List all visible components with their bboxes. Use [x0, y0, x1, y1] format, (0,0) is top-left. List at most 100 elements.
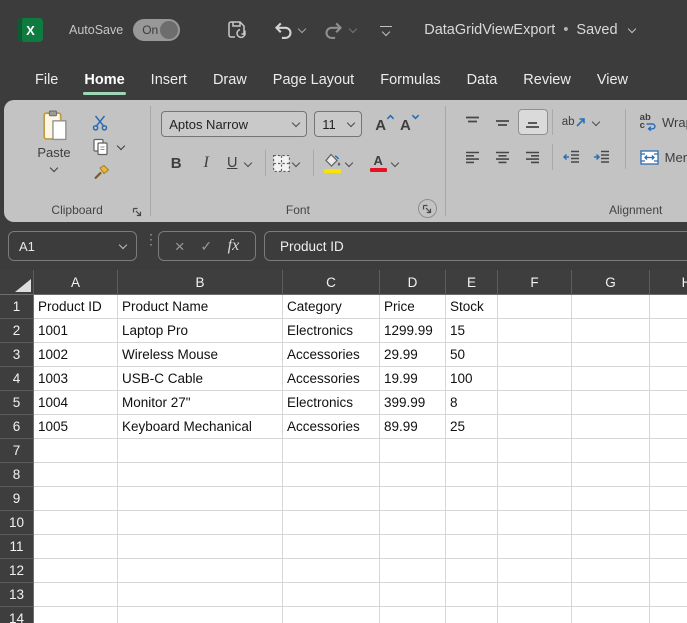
cell-E11[interactable] [446, 535, 498, 559]
cell-C5[interactable]: Electronics [283, 391, 380, 415]
font-color-dropdown-chevron-icon[interactable] [391, 159, 399, 167]
row-header-13[interactable]: 13 [0, 583, 34, 607]
cell-E4[interactable]: 100 [446, 367, 498, 391]
row-header-11[interactable]: 11 [0, 535, 34, 559]
insert-function-icon[interactable]: fx [228, 237, 240, 255]
column-header-F[interactable]: F [498, 270, 572, 295]
cell-F4[interactable] [498, 367, 572, 391]
cell-G7[interactable] [572, 439, 650, 463]
cell-D6[interactable]: 89.99 [380, 415, 446, 439]
cell-G2[interactable] [572, 319, 650, 343]
font-color-button[interactable]: A [366, 155, 390, 172]
tab-insert[interactable]: Insert [138, 60, 200, 100]
column-header-E[interactable]: E [446, 270, 498, 295]
tab-file[interactable]: File [22, 60, 71, 100]
tab-page-layout[interactable]: Page Layout [260, 60, 367, 100]
cell-A12[interactable] [34, 559, 118, 583]
cell-B8[interactable] [118, 463, 283, 487]
cell-C10[interactable] [283, 511, 380, 535]
cell-D3[interactable]: 29.99 [380, 343, 446, 367]
cell-A8[interactable] [34, 463, 118, 487]
increase-indent-button[interactable] [587, 150, 617, 164]
cell-A4[interactable]: 1003 [34, 367, 118, 391]
cell-C13[interactable] [283, 583, 380, 607]
row-header-8[interactable]: 8 [0, 463, 34, 487]
cell-C4[interactable]: Accessories [283, 367, 380, 391]
cell-H13[interactable] [650, 583, 687, 607]
cell-E13[interactable] [446, 583, 498, 607]
cell-H4[interactable] [650, 367, 687, 391]
tab-view[interactable]: View [584, 60, 641, 100]
underline-dropdown-chevron-icon[interactable] [244, 159, 252, 167]
cell-C1[interactable]: Category [283, 295, 380, 319]
undo-icon[interactable] [272, 19, 294, 41]
cell-D9[interactable] [380, 487, 446, 511]
cell-H7[interactable] [650, 439, 687, 463]
align-left-button[interactable] [458, 150, 488, 165]
cell-E7[interactable] [446, 439, 498, 463]
cell-F11[interactable] [498, 535, 572, 559]
font-size-combobox[interactable]: 11 [314, 111, 362, 137]
cell-E14[interactable] [446, 607, 498, 623]
cell-B3[interactable]: Wireless Mouse [118, 343, 283, 367]
wrap-text-button[interactable]: ab c Wrap [640, 109, 687, 135]
cell-F6[interactable] [498, 415, 572, 439]
cell-H14[interactable] [650, 607, 687, 623]
cell-A5[interactable]: 1004 [34, 391, 118, 415]
cell-H9[interactable] [650, 487, 687, 511]
customize-quick-access-toolbar-icon[interactable] [380, 26, 392, 35]
cell-A2[interactable]: 1001 [34, 319, 118, 343]
cell-H8[interactable] [650, 463, 687, 487]
title-dropdown-chevron-icon[interactable] [627, 25, 635, 33]
cancel-icon[interactable]: × [175, 238, 185, 255]
cell-F5[interactable] [498, 391, 572, 415]
cell-B4[interactable]: USB-C Cable [118, 367, 283, 391]
row-header-7[interactable]: 7 [0, 439, 34, 463]
tab-review[interactable]: Review [510, 60, 584, 100]
orientation-dropdown-chevron-icon[interactable] [591, 118, 599, 126]
cell-D4[interactable]: 19.99 [380, 367, 446, 391]
cell-D12[interactable] [380, 559, 446, 583]
cell-B9[interactable] [118, 487, 283, 511]
cell-E8[interactable] [446, 463, 498, 487]
cell-F2[interactable] [498, 319, 572, 343]
cell-A10[interactable] [34, 511, 118, 535]
cell-C8[interactable] [283, 463, 380, 487]
row-header-6[interactable]: 6 [0, 415, 34, 439]
formula-bar-drag-dots[interactable]: ⋮ [144, 236, 152, 242]
tab-draw[interactable]: Draw [200, 60, 260, 100]
cell-B2[interactable]: Laptop Pro [118, 319, 283, 343]
copy-icon[interactable] [92, 138, 109, 156]
cell-G5[interactable] [572, 391, 650, 415]
align-top-button[interactable] [458, 115, 488, 130]
cell-F13[interactable] [498, 583, 572, 607]
cell-A13[interactable] [34, 583, 118, 607]
align-right-button[interactable] [518, 150, 548, 165]
cell-D2[interactable]: 1299.99 [380, 319, 446, 343]
excel-logo-icon[interactable]: X [18, 18, 43, 42]
cell-B10[interactable] [118, 511, 283, 535]
cell-B1[interactable]: Product Name [118, 295, 283, 319]
cell-G4[interactable] [572, 367, 650, 391]
cell-G8[interactable] [572, 463, 650, 487]
paste-dropdown-chevron-icon[interactable] [50, 164, 58, 172]
cell-G10[interactable] [572, 511, 650, 535]
row-header-4[interactable]: 4 [0, 367, 34, 391]
row-header-2[interactable]: 2 [0, 319, 34, 343]
row-header-1[interactable]: 1 [0, 295, 34, 319]
cell-B12[interactable] [118, 559, 283, 583]
row-header-14[interactable]: 14 [0, 607, 34, 623]
cell-H5[interactable] [650, 391, 687, 415]
cell-D8[interactable] [380, 463, 446, 487]
enter-icon[interactable]: ✓ [200, 238, 212, 255]
cell-C3[interactable]: Accessories [283, 343, 380, 367]
orientation-button[interactable]: ab [557, 116, 591, 128]
fill-color-dropdown-chevron-icon[interactable] [345, 159, 353, 167]
cell-E5[interactable]: 8 [446, 391, 498, 415]
format-painter-icon[interactable] [92, 164, 110, 181]
cell-H10[interactable] [650, 511, 687, 535]
cell-D7[interactable] [380, 439, 446, 463]
borders-icon[interactable] [272, 154, 291, 173]
cell-C7[interactable] [283, 439, 380, 463]
save-icon[interactable] [226, 19, 248, 41]
